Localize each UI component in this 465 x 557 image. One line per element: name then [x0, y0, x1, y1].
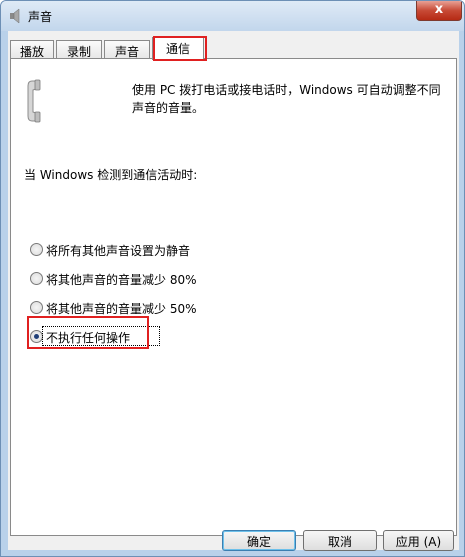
option-label: 不执行任何操作 [46, 331, 131, 345]
telephone-handset-icon [27, 79, 41, 123]
radio-button[interactable] [30, 272, 43, 285]
detect-label: 当 Windows 检测到通信活动时: [24, 168, 198, 182]
option-label: 将其他声音的音量减少 50% [46, 302, 197, 316]
sound-dialog-window: 声音 x 播放 录制 声音 通信 使用 PC 拨打电话或接电话时，Windows… [0, 0, 465, 557]
tab-playback[interactable]: 播放 [10, 40, 54, 59]
title-bar[interactable]: 声音 x [1, 1, 464, 31]
ok-button[interactable]: 确定 [222, 530, 296, 551]
tab-strip: 播放 录制 声音 通信 [8, 36, 459, 61]
option-label: 将所有其他声音设置为静音 [46, 244, 191, 258]
speaker-icon [10, 8, 20, 24]
close-icon: x [434, 2, 444, 17]
description-text: 使用 PC 拨打电话或接电话时，Windows 可自动调整不同声音的音量。 [132, 83, 441, 115]
option-label: 将其他声音的音量减少 80% [46, 273, 197, 287]
tab-communications[interactable]: 通信 [152, 37, 204, 60]
tab-sounds[interactable]: 声音 [104, 40, 150, 59]
tab-recording[interactable]: 录制 [56, 40, 102, 59]
radio-button[interactable] [30, 243, 43, 256]
communications-panel: 使用 PC 拨打电话或接电话时，Windows 可自动调整不同声音的音量。 当 … [10, 58, 457, 536]
cancel-button[interactable]: 取消 [303, 530, 377, 551]
close-button[interactable]: x [416, 1, 462, 21]
dialog-client-area: 播放 录制 声音 通信 使用 PC 拨打电话或接电话时，Windows 可自动调… [8, 31, 459, 551]
window-title: 声音 [28, 10, 53, 24]
radio-button[interactable] [30, 301, 43, 314]
apply-button[interactable]: 应用 (A) [383, 530, 454, 551]
